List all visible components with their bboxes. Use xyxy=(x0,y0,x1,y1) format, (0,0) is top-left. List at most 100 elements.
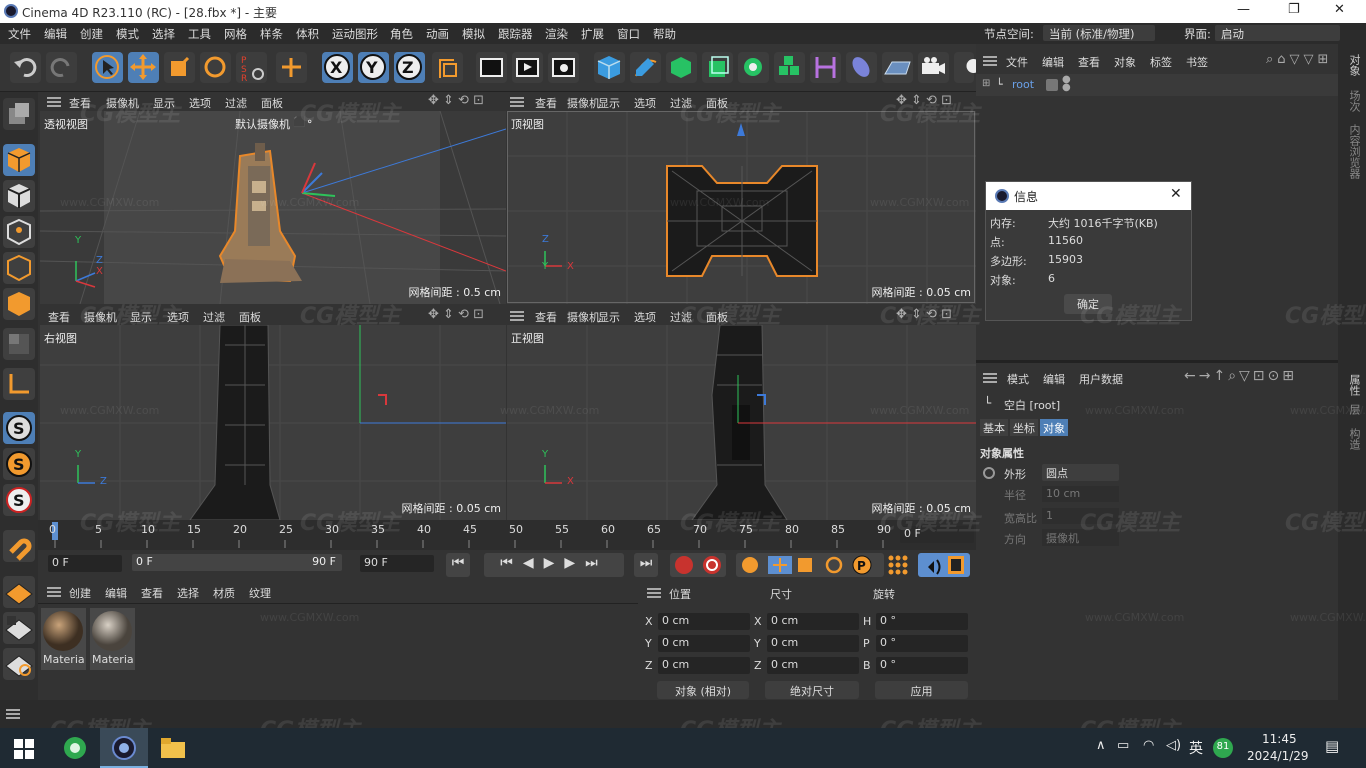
obj-toolbar-icons[interactable]: ⌕⌂▽▽⊞ xyxy=(1266,52,1332,67)
mat-menu-select[interactable]: 选择 xyxy=(177,585,199,601)
browser-icon[interactable] xyxy=(63,736,87,760)
rotation-field[interactable]: 0 ° xyxy=(876,635,968,652)
menu-volume[interactable]: 体积 xyxy=(296,26,319,42)
render-view-icon[interactable] xyxy=(476,52,507,83)
size-mode-dropdown[interactable]: 绝对尺寸 xyxy=(765,681,859,699)
viewport-menu-view[interactable]: 查看 xyxy=(535,309,557,325)
radius-field[interactable]: 10 cm xyxy=(1042,486,1119,502)
floor-icon[interactable] xyxy=(882,52,913,83)
volume-icon[interactable]: ◁) xyxy=(1166,738,1181,753)
snap-icon[interactable]: S xyxy=(3,412,35,444)
mograph-fracture-icon[interactable] xyxy=(774,52,805,83)
viewport-menu-panel[interactable]: 面板 xyxy=(261,95,283,111)
battery-icon[interactable]: ▭ xyxy=(1117,738,1129,753)
menu-mesh[interactable]: 网格 xyxy=(224,26,247,42)
y-axis-lock-icon[interactable]: Y xyxy=(358,52,389,83)
mat-menu-texture[interactable]: 纹理 xyxy=(249,585,271,601)
clock-time[interactable]: 11:45 xyxy=(1262,732,1297,746)
side-tab-takes[interactable]: 场次 xyxy=(1346,90,1362,112)
size-field[interactable]: 0 cm xyxy=(767,657,859,674)
rotation-field[interactable]: 0 ° xyxy=(876,657,968,674)
menu-mograph[interactable]: 运动图形 xyxy=(332,26,378,42)
start-frame-field[interactable]: 0 F xyxy=(48,555,122,572)
side-tab-content-browser[interactable]: 内容浏览器 xyxy=(1346,124,1362,179)
frame-range-slider[interactable]: 0 F 90 F xyxy=(132,554,342,571)
viewport-menu-options[interactable]: 选项 xyxy=(189,95,211,111)
move-tool-icon[interactable] xyxy=(128,52,159,83)
position-field[interactable]: 0 cm xyxy=(658,613,750,630)
coordinate-system-icon[interactable] xyxy=(432,52,463,83)
scale-tool-icon[interactable] xyxy=(164,52,195,83)
model-mode-icon[interactable] xyxy=(3,144,35,176)
notification-icon[interactable]: ▤ xyxy=(1325,737,1339,755)
extrude-icon[interactable] xyxy=(702,52,733,83)
menu-simulate[interactable]: 模拟 xyxy=(462,26,485,42)
visibility-dots-icon[interactable]: ● ● xyxy=(1062,75,1071,93)
viewport-menu-view[interactable]: 查看 xyxy=(48,309,70,325)
mat-menu-material[interactable]: 材质 xyxy=(213,585,235,601)
cinema4d-taskbar-button[interactable] xyxy=(100,728,148,768)
axis-mode-icon[interactable] xyxy=(3,368,35,400)
record-keys-icon[interactable] xyxy=(670,553,726,577)
hamburger-icon[interactable] xyxy=(47,587,61,597)
viewport-menu-panel[interactable]: 面板 xyxy=(239,309,261,325)
menu-mode[interactable]: 模式 xyxy=(116,26,139,42)
size-field[interactable]: 0 cm xyxy=(767,635,859,652)
apply-button[interactable]: 应用 xyxy=(875,681,968,699)
menu-character[interactable]: 角色 xyxy=(390,26,413,42)
pen-spline-icon[interactable] xyxy=(630,52,661,83)
windows-start-icon[interactable] xyxy=(14,739,34,759)
end-frame-field[interactable]: 90 F xyxy=(360,555,434,572)
viewport-nav-icons[interactable]: ✥ ⇕ ⟲ ⊡ xyxy=(428,93,484,108)
subdivision-surface-icon[interactable] xyxy=(666,52,697,83)
make-editable-icon[interactable] xyxy=(3,98,35,130)
viewport-menu-cameras[interactable]: 摄像机 xyxy=(567,95,600,111)
menu-spline[interactable]: 样条 xyxy=(260,26,283,42)
menu-help[interactable]: 帮助 xyxy=(653,26,676,42)
display-dropdown[interactable]: 圆点 xyxy=(1042,464,1119,481)
viewport-menu-options[interactable]: 选项 xyxy=(634,309,656,325)
cube-primitive-icon[interactable] xyxy=(594,52,625,83)
ime-indicator[interactable]: 英 xyxy=(1189,738,1203,758)
deformer-bend-icon[interactable] xyxy=(810,52,841,83)
node-space-dropdown[interactable]: 当前 (标准/物理) xyxy=(1043,25,1155,41)
camera-icon[interactable] xyxy=(918,52,949,83)
maximize-button[interactable]: ❐ xyxy=(1288,2,1300,17)
attr-menu-edit[interactable]: 编辑 xyxy=(1043,371,1065,387)
redo-icon[interactable] xyxy=(46,52,77,83)
hamburger-icon[interactable] xyxy=(983,373,997,383)
tray-chevron-icon[interactable]: ∧ xyxy=(1096,738,1106,753)
go-to-start-icon[interactable]: ⏮ xyxy=(446,553,470,577)
object-row-root[interactable]: ⊞ └ root ● ● xyxy=(976,74,1338,96)
z-axis-lock-icon[interactable]: Z xyxy=(394,52,425,83)
x-axis-lock-icon[interactable]: X xyxy=(322,52,353,83)
viewport-menu-filter[interactable]: 过滤 xyxy=(225,95,247,111)
snap-settings-icon[interactable]: S xyxy=(3,448,35,480)
side-tab-attributes[interactable]: 属性 xyxy=(1346,374,1362,396)
attr-tab-object[interactable]: 对象 xyxy=(1040,419,1068,436)
menu-edit[interactable]: 编辑 xyxy=(44,26,67,42)
texture-mode-icon[interactable] xyxy=(3,180,35,212)
magnet-icon[interactable] xyxy=(3,530,35,562)
hamburger-icon[interactable] xyxy=(510,97,524,107)
position-field[interactable]: 0 cm xyxy=(658,657,750,674)
viewport-menu-filter[interactable]: 过滤 xyxy=(203,309,225,325)
hamburger-icon[interactable] xyxy=(647,588,661,598)
menu-animate[interactable]: 动画 xyxy=(426,26,449,42)
key-filter-icons[interactable]: P xyxy=(736,553,884,577)
hamburger-icon[interactable] xyxy=(47,97,61,107)
mat-menu-edit[interactable]: 编辑 xyxy=(105,585,127,601)
attr-tab-basic[interactable]: 基本 xyxy=(980,419,1008,436)
obj-menu-objects[interactable]: 对象 xyxy=(1114,54,1136,70)
render-settings-icon[interactable] xyxy=(548,52,579,83)
obj-menu-view[interactable]: 查看 xyxy=(1078,54,1100,70)
side-tab-objects[interactable]: 对象 xyxy=(1346,54,1362,76)
dope-sheet-dots-icon[interactable] xyxy=(886,553,910,577)
undo-icon[interactable] xyxy=(10,52,41,83)
menu-select[interactable]: 选择 xyxy=(152,26,175,42)
obj-menu-file[interactable]: 文件 xyxy=(1006,54,1028,70)
expand-icon[interactable]: ⊞ xyxy=(982,78,990,89)
file-explorer-icon[interactable] xyxy=(161,738,185,758)
menu-create[interactable]: 创建 xyxy=(80,26,103,42)
menu-file[interactable]: 文件 xyxy=(8,26,31,42)
